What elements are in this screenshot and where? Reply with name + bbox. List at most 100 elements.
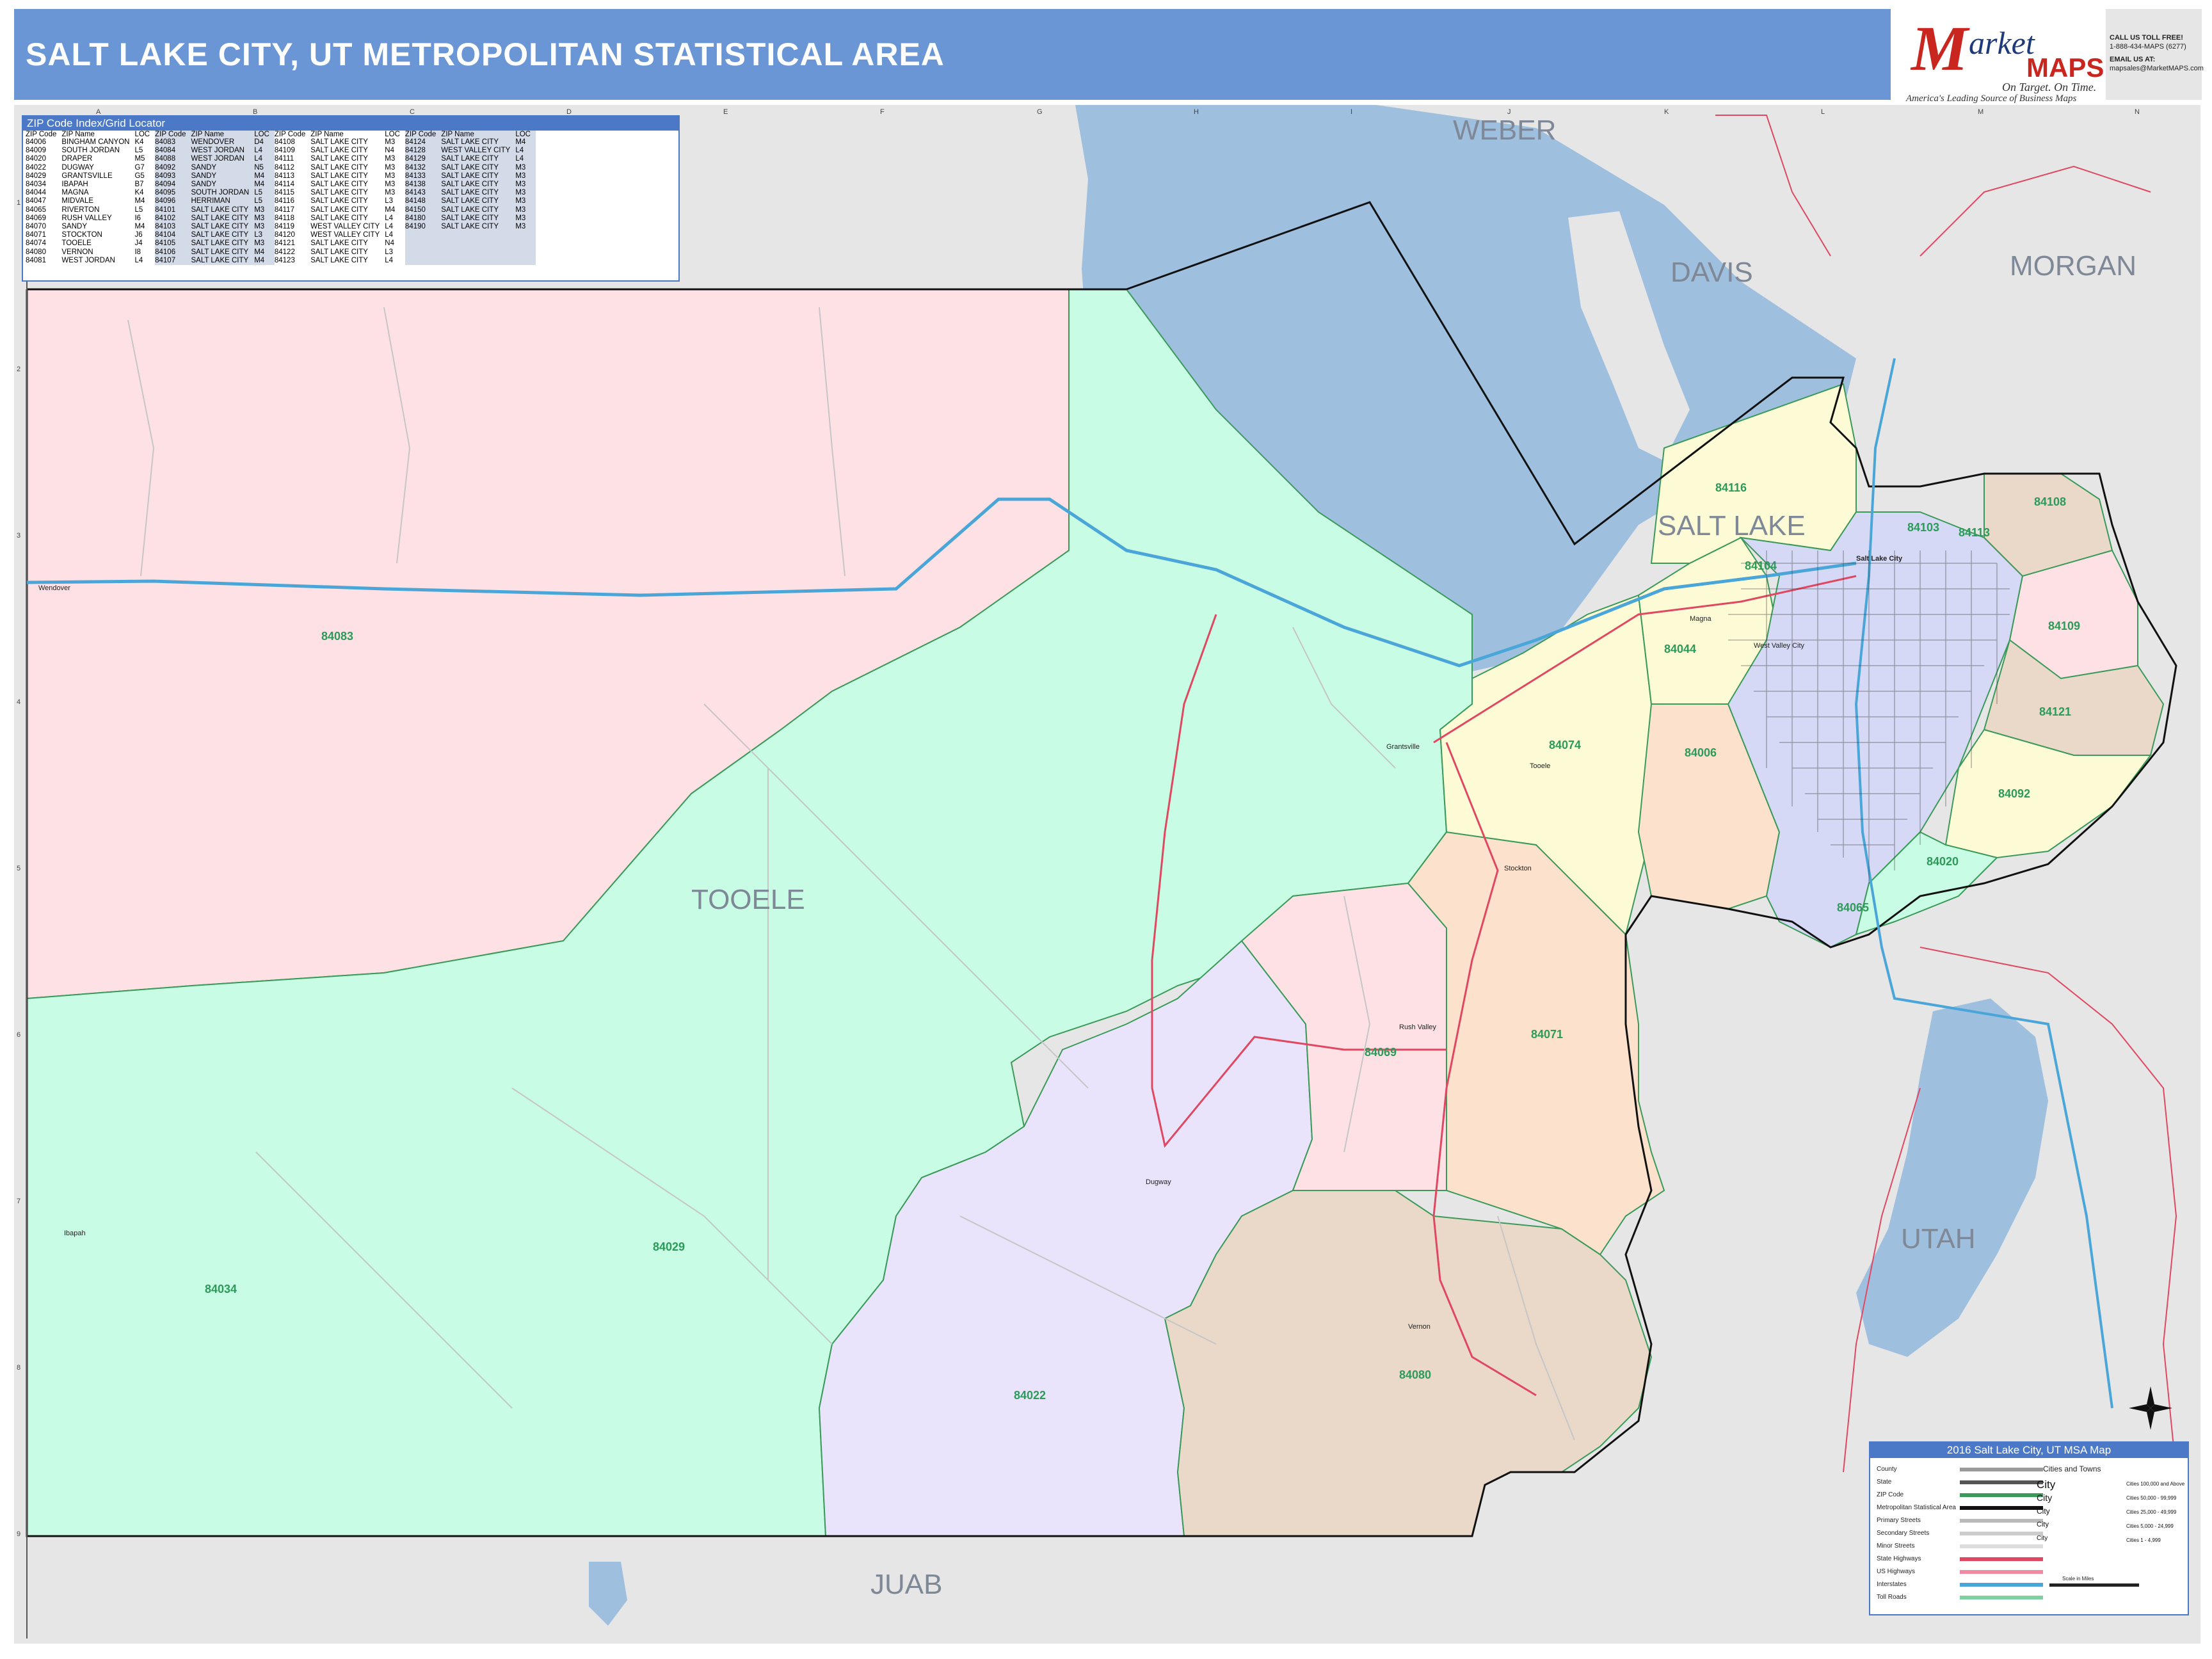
- place-grantsville: Grantsville: [1386, 743, 1420, 751]
- zip-name-cell: SALT LAKE CITY: [310, 147, 368, 155]
- zip-loc-cell: L3: [385, 248, 394, 256]
- zip-name-cell: WEST JORDAN: [191, 155, 255, 164]
- zip-code-cell: 84107: [155, 256, 191, 265]
- grid-row-3: 3: [17, 532, 20, 540]
- zip-name-cell: SALT LAKE CITY: [441, 180, 516, 189]
- legend-row-swatch: [1960, 1544, 2043, 1548]
- zip-label-84069: 84069: [1365, 1046, 1397, 1059]
- email-address[interactable]: mapsales@MarketMAPS.com: [2110, 65, 2204, 72]
- legend-row-label: Toll Roads: [1877, 1594, 1907, 1601]
- zip-code-cell: [405, 256, 442, 265]
- zip-name-cell: SALT LAKE CITY: [310, 163, 368, 172]
- grid-col-k: K: [1664, 108, 1669, 116]
- zip-loc-cell: M3: [515, 180, 536, 189]
- zip-index-row: 84034 IBAPAH B7 84094 SANDY M4 84114 SALT LAKE …: [26, 180, 536, 189]
- map-title: SALT LAKE CITY, UT METROPOLITAN STATISTI…: [26, 36, 945, 72]
- zip-label-84044: 84044: [1664, 643, 1696, 655]
- zip-name-cell: [441, 239, 516, 248]
- zip-label-84121: 84121: [2039, 705, 2071, 718]
- grid-col-h: H: [1194, 108, 1199, 116]
- zip-code-cell: 84006: [26, 138, 46, 147]
- legend-row-label: State Highways: [1877, 1555, 1921, 1562]
- zip-code-cell: 84124: [405, 138, 442, 147]
- zip-loc-cell: M3: [385, 172, 396, 180]
- zip-name-cell: DUGWAY: [61, 163, 94, 172]
- zip-loc-cell: K4: [134, 138, 144, 147]
- grid-row-6: 6: [17, 1031, 20, 1039]
- zip-code-cell: 84080: [26, 248, 46, 256]
- zip-code-cell: 84101: [155, 205, 191, 214]
- zip-name-cell: SALT LAKE CITY: [310, 189, 368, 197]
- zip-name-cell: SALT LAKE CITY: [441, 222, 516, 232]
- zip-loc-cell: M3: [515, 222, 536, 232]
- zip-name-cell: SALT LAKE CITY: [441, 163, 516, 172]
- zip-code-cell: 84083: [155, 138, 191, 147]
- grid-row-7: 7: [17, 1198, 20, 1205]
- legend-row-swatch: [1960, 1493, 2043, 1497]
- zip-code-cell: 84044: [26, 189, 46, 197]
- zip-name-cell: SALT LAKE CITY: [191, 239, 255, 248]
- zip-loc-cell: L4: [134, 256, 143, 264]
- zip-code-cell: 84117: [274, 205, 295, 214]
- zip-label-84108: 84108: [2034, 495, 2066, 508]
- zip-label-84022: 84022: [1014, 1389, 1046, 1402]
- zip-loc-cell: M4: [254, 172, 275, 180]
- place-ibapah: Ibapah: [64, 1230, 86, 1237]
- loc-col-header: LOC: [385, 131, 400, 138]
- logo-tagline: On Target. On Time.: [2002, 81, 2097, 93]
- zip-code-cell: 84148: [405, 197, 442, 206]
- zip-loc-cell: J6: [134, 231, 143, 239]
- legend-city-size: Cities 1 - 4,999: [2126, 1537, 2161, 1543]
- zip-name-cell: SALT LAKE CITY: [191, 222, 255, 232]
- legend-city-sample: City: [2037, 1521, 2049, 1528]
- zip-code-cell: 84074: [26, 239, 46, 248]
- zip-code-cell: 84084: [155, 147, 191, 156]
- zip-code-cell: 84150: [405, 205, 442, 214]
- zip-name-cell: RUSH VALLEY: [61, 214, 112, 222]
- zip-index-row: 84069 RUSH VALLEY I6 84102 SALT LAKE CITY M3 8…: [26, 214, 536, 223]
- zip-loc-cell: M3: [385, 180, 396, 189]
- zip-code-cell: 84113: [274, 172, 295, 180]
- grid-col-e: E: [723, 108, 728, 116]
- zip-col-header: ZIP Code: [26, 131, 57, 138]
- legend-row-swatch: [1960, 1506, 2043, 1510]
- zip-label-84116: 84116: [1715, 481, 1747, 494]
- zip-code-cell: 84096: [155, 197, 191, 206]
- zip-name-cell: SALT LAKE CITY: [310, 248, 368, 256]
- zip-code-cell: 84132: [405, 163, 442, 172]
- legend-city-size: Cities 50,000 - 99,999: [2126, 1495, 2177, 1501]
- zip-code-cell: 84123: [274, 256, 295, 264]
- grid-col-m: M: [1978, 108, 1984, 116]
- zip-code-cell: 84133: [405, 172, 442, 180]
- zip-code-cell: 84071: [26, 231, 46, 239]
- legend-city-size: Cities 5,000 - 24,999: [2126, 1523, 2174, 1529]
- zip-code-cell: 84119: [274, 222, 295, 230]
- name-col-header: ZIP Name: [441, 131, 516, 138]
- zip-loc-cell: L4: [385, 214, 394, 222]
- loc-col-header: LOC: [515, 131, 536, 138]
- phone-number[interactable]: 1-888-434-MAPS (6277): [2110, 43, 2186, 51]
- zip-loc-cell: L4: [385, 222, 394, 230]
- zip-code-cell: 84092: [155, 163, 191, 172]
- zip-col-header: ZIP Code: [405, 131, 442, 138]
- zip-index-row: 84065 RIVERTON L5 84101 SALT LAKE CITY M3 8411…: [26, 205, 536, 214]
- zip-name-cell: SALT LAKE CITY: [441, 214, 516, 223]
- zip-code-cell: 84093: [155, 172, 191, 180]
- legend-row-label: State: [1877, 1479, 1892, 1486]
- legend-city-sample: City: [2037, 1479, 2056, 1491]
- map-legend: 2016 Salt Lake City, UT MSA Map County St…: [1869, 1441, 2189, 1615]
- contact-box: CALL US TOLL FREE! 1-888-434-MAPS (6277)…: [2106, 9, 2204, 100]
- zip-code-cell: 84070: [26, 222, 46, 230]
- zip-index-body: 84006 BINGHAM CANYON K4 84083 WENDOVER D4 8410…: [26, 138, 536, 265]
- zip-name-cell: SALT LAKE CITY: [441, 172, 516, 180]
- zip-label-84020: 84020: [1927, 855, 1959, 868]
- legend-cities-title: Cities and Towns: [2043, 1464, 2101, 1473]
- zip-name-cell: MAGNA: [61, 189, 89, 197]
- zip-code-cell: 84020: [26, 155, 46, 163]
- zip-name-cell: WEST VALLEY CITY: [441, 147, 516, 156]
- zip-loc-cell: M4: [254, 248, 275, 257]
- msa-map[interactable]: A B C D E F G H I J K L M N 1 2 3 4 5 6 …: [14, 105, 2200, 1644]
- zip-index-row: 84009 SOUTH JORDAN L5 84084 WEST JORDAN L4 841…: [26, 147, 536, 156]
- zip-code-cell: 84121: [274, 239, 295, 248]
- place-magna: Magna: [1690, 615, 1712, 623]
